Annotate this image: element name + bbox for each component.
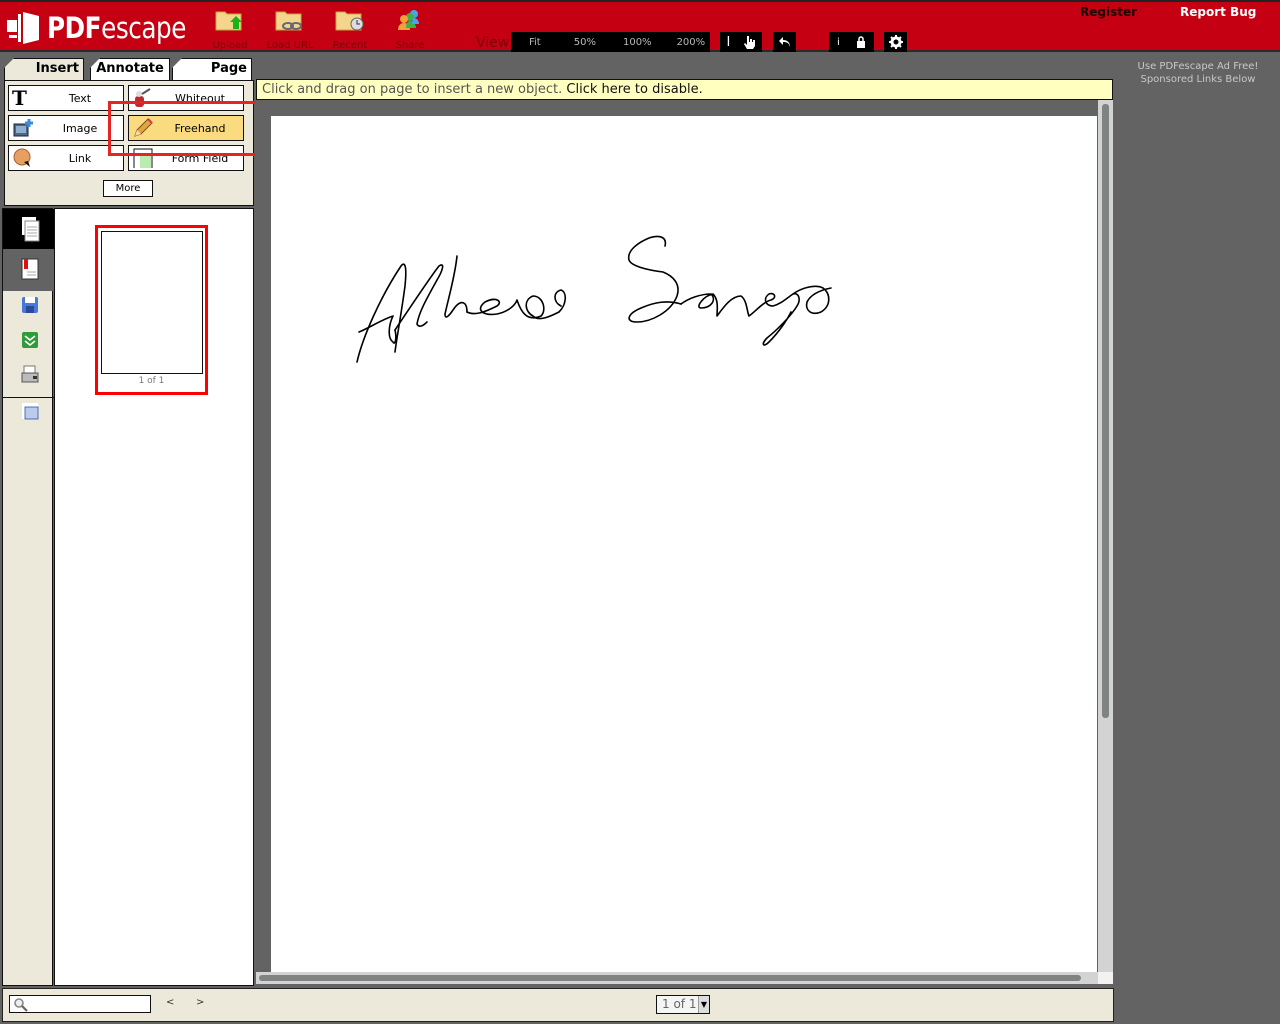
form-field-icon: [133, 148, 153, 168]
upload-button[interactable]: Upload: [202, 8, 258, 51]
printer-icon: [21, 365, 39, 383]
vertical-scroll-thumb[interactable]: [1102, 104, 1109, 718]
hint-bar: Click and drag on page to insert a new o…: [256, 79, 1113, 100]
form-field-tool-button[interactable]: Form Field: [128, 145, 244, 171]
thumbnail-page: [101, 231, 203, 374]
text-cursor-icon[interactable]: I: [727, 35, 731, 50]
page-thumbnail[interactable]: 1 of 1: [95, 225, 208, 395]
settings-button[interactable]: [884, 32, 907, 52]
info-icon[interactable]: i: [837, 37, 840, 48]
page-square-icon: [22, 403, 39, 420]
pencil-icon: [134, 118, 153, 137]
sidebar-divider: [3, 397, 54, 398]
disable-hint-link[interactable]: Click here to disable.: [566, 82, 702, 97]
tab-annotate[interactable]: Annotate: [90, 58, 170, 80]
bookmark-page-icon: [21, 258, 39, 280]
image-tool-button[interactable]: Image: [8, 115, 124, 141]
page-view-button[interactable]: [3, 401, 54, 439]
brand-name: PDFescape: [47, 10, 187, 45]
save-disk-icon: [22, 297, 38, 313]
load-url-button[interactable]: Load URL: [262, 8, 318, 51]
select-tools: I: [720, 32, 762, 52]
freehand-tool-button[interactable]: Freehand: [128, 115, 244, 141]
share-button[interactable]: Share: [382, 8, 438, 51]
download-chevrons-icon: [22, 332, 38, 348]
tab-insert[interactable]: Insert: [4, 58, 84, 80]
hint-text: Click and drag on page to insert a new o…: [262, 82, 567, 97]
horizontal-scrollbar[interactable]: [256, 972, 1098, 984]
search-field[interactable]: [9, 995, 151, 1013]
prev-result-button[interactable]: <: [166, 997, 174, 1008]
people-icon: [398, 10, 419, 30]
folder-clock-icon: [335, 11, 364, 31]
hand-pointer-icon[interactable]: [743, 35, 756, 49]
thumbnail-label: 1 of 1: [138, 376, 165, 386]
bottom-bar: < > 1 of 1 ▼: [2, 988, 1114, 1022]
undo-icon: [778, 37, 790, 47]
view-label: View: [476, 35, 510, 51]
freehand-signature[interactable]: [271, 116, 1097, 972]
sidebar-icons: [2, 208, 54, 986]
folder-upload-icon: [215, 11, 242, 31]
whiteout-tool-button[interactable]: Whiteout: [128, 85, 244, 111]
report-bug-link[interactable]: Report Bug: [1180, 5, 1256, 19]
page-select[interactable]: 1 of 1 ▼: [656, 995, 710, 1014]
tab-page[interactable]: Page: [172, 58, 252, 80]
save-button[interactable]: [3, 292, 54, 330]
search-input[interactable]: [30, 996, 148, 1012]
zoom-100[interactable]: 100%: [623, 37, 652, 48]
search-icon: [14, 998, 28, 1012]
link-globe-icon: [13, 148, 31, 167]
logo-door-icon: [7, 12, 39, 44]
zoom-50[interactable]: 50%: [574, 37, 596, 48]
doc-tools: i: [829, 32, 874, 52]
more-button[interactable]: More: [103, 180, 153, 197]
lock-icon[interactable]: [856, 36, 866, 48]
scrollbar-corner: [1098, 972, 1113, 984]
ad-notice[interactable]: Use PDFescape Ad Free! Sponsored Links B…: [1120, 60, 1276, 86]
image-insert-icon: [13, 119, 33, 137]
chevron-down-icon: ▼: [698, 996, 709, 1013]
tool-tabs: Insert Annotate Page: [4, 56, 254, 80]
thumbnail-panel: 1 of 1: [54, 208, 254, 986]
sidebar-pages[interactable]: [3, 209, 54, 249]
zoom-fit[interactable]: Fit: [529, 37, 541, 48]
text-t-icon: T: [12, 86, 27, 110]
whiteout-icon: [135, 88, 151, 107]
folder-link-icon: [275, 11, 302, 31]
sidebar-bookmarks[interactable]: [3, 249, 54, 291]
undo-button[interactable]: [773, 32, 796, 52]
zoom-bar: Fit 50% 100% 200%: [511, 32, 710, 52]
register-link[interactable]: Register: [1080, 5, 1137, 19]
download-button[interactable]: [3, 327, 54, 365]
page-indicator: 1 of 1: [662, 997, 697, 1011]
top-toolbar: PDFescape Upload Load URL Recent Share V…: [0, 0, 1280, 52]
recent-button[interactable]: Recent: [322, 8, 378, 51]
print-button[interactable]: [3, 362, 54, 400]
pages-icon: [22, 217, 40, 242]
text-tool-button[interactable]: T Text: [8, 85, 124, 111]
pdfescape-logo[interactable]: PDFescape: [5, 8, 211, 48]
zoom-200[interactable]: 200%: [677, 37, 706, 48]
vertical-scrollbar[interactable]: [1098, 100, 1113, 972]
gear-icon: [888, 35, 903, 49]
next-result-button[interactable]: >: [196, 997, 204, 1008]
document-viewer: [256, 100, 1113, 984]
pdf-page[interactable]: [271, 116, 1097, 972]
insert-panel: T Text Whiteout Image Freehand Link Form…: [4, 80, 254, 206]
link-tool-button[interactable]: Link: [8, 145, 124, 171]
horizontal-scroll-thumb[interactable]: [259, 975, 1081, 981]
